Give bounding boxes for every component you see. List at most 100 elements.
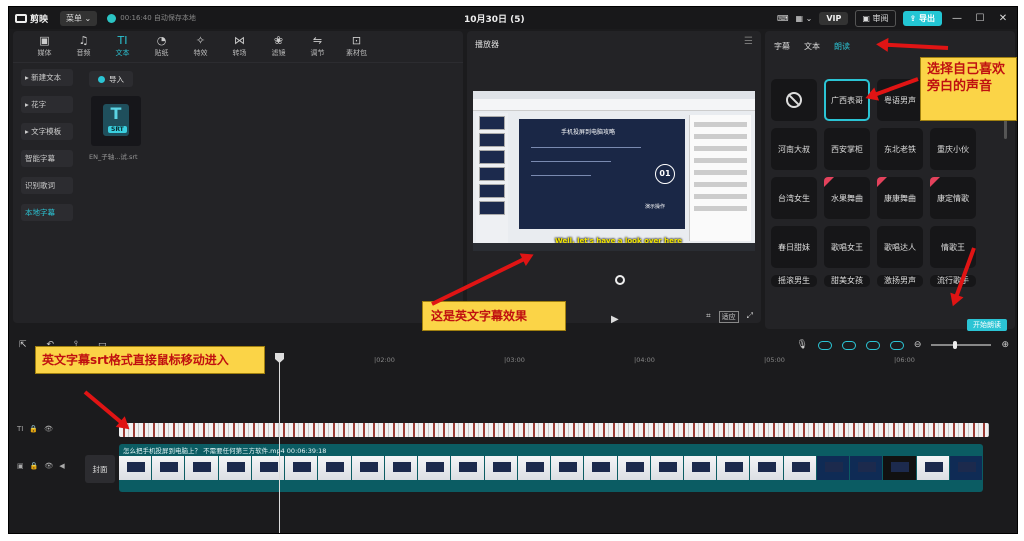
annotation-subtitle-effect: 这是英文字幕效果 [422,301,566,331]
tool-sticker[interactable]: ◔ 贴纸 [142,33,181,62]
slide-footer: 演示操作 [645,204,666,210]
eye-icon[interactable]: 👁 [44,425,53,433]
voice-item[interactable]: 流行歌手 [930,275,976,287]
zoom-in-icon[interactable]: ⊕ [1001,340,1009,350]
close-icon[interactable]: ✕ [995,13,1011,24]
voice-item[interactable]: 水果舞曲 [824,177,870,219]
select-icon[interactable]: ⇱ [19,340,27,350]
menu-icon[interactable]: ☰ [744,36,753,47]
voice-item[interactable]: 河南大叔 [771,128,817,170]
voice-item[interactable]: 春日甜妹 [771,226,817,268]
cover-button[interactable]: 封面 [85,455,115,483]
slide-title: 手机投屏到电脑攻略 [561,129,616,136]
snap-toggle[interactable] [841,340,856,350]
voice-item[interactable]: 甜美女孩 [824,275,870,287]
minimize-icon[interactable]: — [949,13,965,24]
vip-button[interactable]: VIP [819,12,849,25]
menu-button[interactable]: 菜单 ⌄ [60,10,98,26]
screenshot-icon[interactable]: ⌗ [706,311,711,323]
import-button[interactable]: 导入 [89,71,133,87]
app-window: 剪映 菜单 ⌄ 00:16:40 自动保存本地 10月30日 (5) ⌨ ▦ ⌄… [8,6,1018,534]
export-label: 导出 [919,14,935,23]
start-reading-button[interactable]: 开始朗读 [967,319,1007,331]
tab-text[interactable]: 文本 [804,41,820,52]
voice-item[interactable]: 摇滚男生 [771,275,817,287]
voice-item[interactable]: 东北老铁 [877,128,923,170]
voice-item[interactable]: 康定情歌 [930,177,976,219]
annotation-voice: 选择自己喜欢旁白的声音 [920,57,1017,121]
tool-effects[interactable]: ✧ 特效 [181,33,220,62]
menu-label: 菜单 [66,13,83,23]
srt-file-icon: T SRT [103,104,129,136]
fit-button[interactable]: 适应 [718,311,739,323]
export-button[interactable]: ⇪ 导出 [902,11,942,26]
voice-item[interactable]: 广西表哥 [824,79,870,121]
adjust-icon: ⇋ [312,34,323,47]
preview-toggle[interactable] [865,340,880,350]
sidebar-item-lyrics[interactable]: 识别歌词 [21,177,73,194]
sidebar-item-local-subtitle[interactable]: 本地字幕 [21,204,73,221]
voice-none[interactable] [771,79,817,121]
audio-icon[interactable]: ◀ [59,462,64,470]
mic-icon[interactable]: 🎙 [796,340,807,350]
plus-icon [98,75,105,83]
zoom-out-icon[interactable]: ⊖ [914,340,922,350]
srt-file-name: EN_子轴...试.srt [89,153,138,161]
player-title: 播放器 [475,40,499,49]
subtitle-track-header: TI 🔒 👁 [17,425,53,433]
ruler-tick: |05:00 [764,356,785,364]
video-track-header: ▣ 🔒 👁 ◀ [17,462,65,470]
tool-filter[interactable]: ❀ 滤镜 [259,33,298,62]
none-icon [786,92,802,108]
fullscreen-icon[interactable]: ⤢ [747,311,753,323]
tool-transition[interactable]: ⋈ 转场 [220,33,259,62]
voice-item[interactable]: 激扬男声 [877,275,923,287]
tool-label: 素材包 [346,49,367,57]
tool-label: 音频 [76,49,91,57]
text-icon: TI [117,34,128,47]
sidebar-item-fancy-text[interactable]: ▸ 花字 [21,96,73,113]
zoom-slider[interactable] [931,341,992,349]
tool-media[interactable]: ▣ 媒体 [25,33,64,62]
play-icon[interactable]: ▶ [611,314,619,325]
voice-item[interactable]: 重庆小伙 [930,128,976,170]
video-clip[interactable]: 怎么把手机投屏到电脑上？ 不需要任何第三方软件.mp4 00:06:39:18 [119,444,983,492]
split-toggle[interactable] [889,340,904,350]
playhead[interactable] [279,353,280,533]
player-screen[interactable]: 手机投屏到电脑攻略 01 演示操作 Well, let's have a loo… [473,91,755,251]
save-text: 00:16:40 自动保存本地 [120,14,196,22]
save-status: 00:16:40 自动保存本地 [107,13,196,23]
video-clip-label: 怎么把手机投屏到电脑上？ 不需要任何第三方软件.mp4 00:06:39:18 [123,447,327,455]
tool-audio[interactable]: ♫ 音频 [64,33,103,62]
link-toggle[interactable] [817,340,832,350]
srt-file-card[interactable]: T SRT [91,96,141,146]
media-panel: ▣ 媒体 ♫ 音频 TI 文本 ◔ 贴纸 ✧ 特效 ⋈ 转场 ❀ 滤镜 ⇋ 调节 ⊡ 素材包 ▸ … [13,31,463,323]
lock-icon[interactable]: 🔒 [29,425,38,433]
tab-read-aloud[interactable]: 朗读 [834,41,850,52]
keyboard-icon[interactable]: ⌨ [777,14,789,23]
tool-label: 转场 [232,49,247,57]
sticker-icon: ◔ [156,34,167,47]
sidebar-item-text-template[interactable]: ▸ 文字模板 [21,123,73,140]
tool-package[interactable]: ⊡ 素材包 [337,33,376,62]
lock-icon[interactable]: 🔒 [30,462,39,470]
sidebar-item-new-text[interactable]: ▸ 新建文本 [21,69,73,86]
voice-item[interactable]: 西安掌柜 [824,128,870,170]
subtitle-track[interactable] [119,423,989,437]
tab-subtitle[interactable]: 字幕 [774,41,790,52]
voice-item[interactable]: 歌唱达人 [877,226,923,268]
tool-adjust[interactable]: ⇋ 调节 [298,33,337,62]
tool-text[interactable]: TI 文本 [103,33,142,62]
eye-icon[interactable]: 👁 [44,462,53,470]
filter-icon: ❀ [273,34,284,47]
import-label: 导入 [109,74,124,84]
voice-item[interactable]: 康康舞曲 [877,177,923,219]
text-track-icon: TI [17,425,24,433]
sidebar-item-smart-subtitle[interactable]: 智能字幕 [21,150,73,167]
voice-item[interactable]: 歌唱女王 [824,226,870,268]
voice-item[interactable]: 台湾女生 [771,177,817,219]
layout-icon[interactable]: ▦ ⌄ [796,14,813,23]
tool-label: 文本 [115,49,130,57]
review-button[interactable]: ▣ 审阅 [855,10,896,27]
maximize-icon[interactable]: ☐ [972,13,988,24]
